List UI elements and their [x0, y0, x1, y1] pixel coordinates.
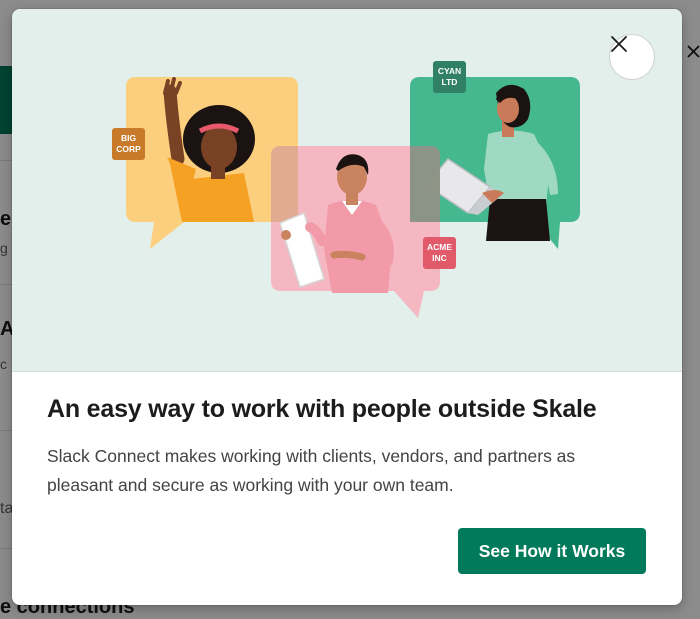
svg-text:LTD: LTD: [442, 77, 458, 87]
svg-text:CYAN: CYAN: [438, 66, 461, 76]
modal-description: Slack Connect makes working with clients…: [47, 446, 576, 495]
svg-text:ACME: ACME: [427, 242, 452, 252]
modal-headline: An easy way to work with people outside …: [47, 395, 597, 423]
svg-text:CORP: CORP: [116, 144, 141, 154]
tag-cyan-ltd: CYAN LTD: [433, 61, 466, 93]
tag-acme-inc: ACME INC: [423, 237, 456, 269]
see-how-it-works-button[interactable]: See How it Works: [458, 528, 646, 574]
tag-big-corp: BIG CORP: [112, 128, 145, 160]
people-illustration: BIG CORP CYAN LTD ACME INC: [112, 61, 580, 318]
close-icon: [611, 36, 627, 52]
svg-text:INC: INC: [432, 253, 447, 263]
svg-text:BIG: BIG: [121, 133, 137, 143]
slack-connect-modal: BIG CORP CYAN LTD ACME INC An easy way t…: [12, 9, 682, 605]
hero-illustration: BIG CORP CYAN LTD ACME INC: [12, 9, 682, 372]
close-button[interactable]: [609, 34, 655, 80]
